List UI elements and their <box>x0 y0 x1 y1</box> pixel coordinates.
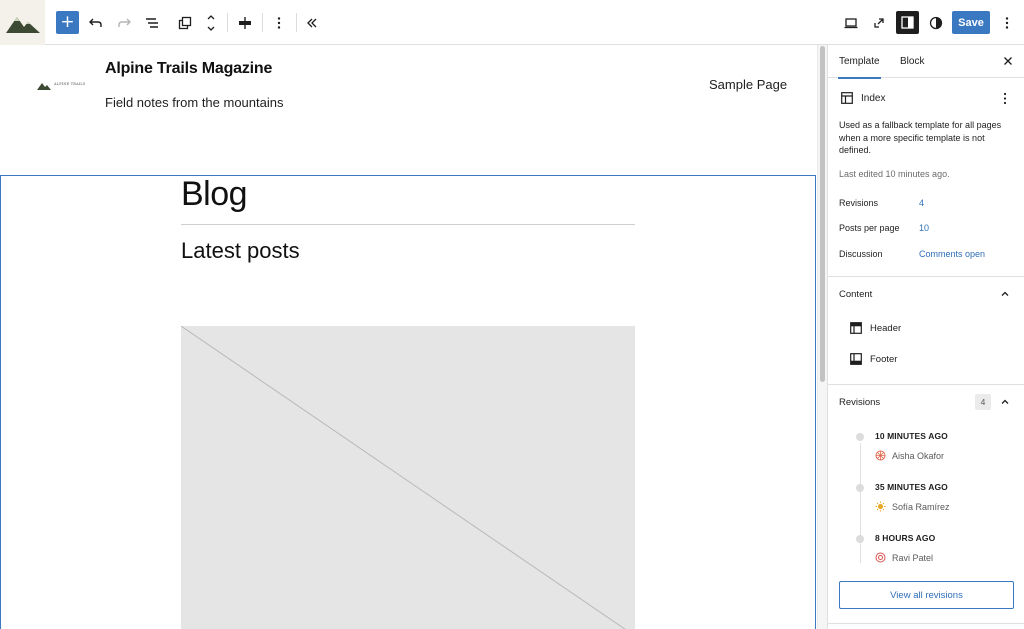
add-block-button[interactable]: + <box>56 11 79 34</box>
site-title[interactable]: Alpine Trails Magazine <box>105 60 272 78</box>
sidebar-tabs: Template Block <box>828 45 1024 79</box>
nav-link-sample-page[interactable]: Sample Page <box>709 77 787 92</box>
more-vertical-icon <box>1005 17 1009 29</box>
logo-text: ALPINE TRAILS <box>54 82 86 87</box>
section-divider <box>828 623 1024 624</box>
redo-icon <box>118 18 131 27</box>
revision-author: Ravi Patel <box>892 553 934 563</box>
featured-image-placeholder[interactable] <box>180 325 635 629</box>
undo-icon <box>89 18 102 27</box>
site-icon-button[interactable] <box>0 0 45 45</box>
align-button[interactable] <box>233 11 257 35</box>
external-expand-icon <box>874 18 884 28</box>
fullscreen-button[interactable] <box>867 11 891 35</box>
move-up-down-button[interactable] <box>199 11 223 35</box>
align-center-icon <box>239 17 251 29</box>
close-icon[interactable] <box>1002 55 1014 67</box>
desktop-icon <box>844 18 858 29</box>
contrast-icon <box>929 16 943 30</box>
chevron-up-icon[interactable] <box>1000 289 1010 299</box>
posts-per-page-link[interactable]: 10 <box>919 223 929 233</box>
revisions-link[interactable]: 4 <box>919 198 924 208</box>
template-name: Index <box>861 93 886 104</box>
section-divider <box>828 384 1024 385</box>
chevron-up-down-icon <box>207 15 215 31</box>
content-item-footer[interactable]: Footer <box>870 354 897 365</box>
save-button[interactable]: Save <box>952 11 990 34</box>
toolbar-divider <box>262 13 263 32</box>
tab-template[interactable]: Template <box>838 56 881 79</box>
options-button[interactable] <box>995 11 1019 35</box>
sidebar-icon <box>901 16 914 29</box>
mountain-logo-icon <box>5 16 40 33</box>
list-view-icon <box>146 18 158 28</box>
revision-author: Aisha Okafor <box>892 451 945 461</box>
mountain-logo-icon <box>37 82 51 90</box>
section-divider <box>828 276 1024 277</box>
discussion-label: Discussion <box>839 249 883 259</box>
revision-author: Sofía Ramírez <box>892 502 950 512</box>
canvas-scrollbar[interactable] <box>817 45 827 629</box>
settings-sidebar: Template Block Index Used as a fallback … <box>827 45 1024 629</box>
avatar-icon <box>875 552 886 563</box>
chevron-up-icon[interactable] <box>1000 397 1010 407</box>
revisions-count-badge: 4 <box>975 394 991 410</box>
editor-toolbar: + Save <box>0 0 1024 45</box>
site-logo[interactable]: ALPINE TRAILS <box>37 78 87 92</box>
revisions-section-heading[interactable]: Revisions <box>839 397 880 408</box>
blog-heading[interactable]: Blog <box>181 175 248 214</box>
revision-dot <box>856 433 864 441</box>
toolbar-divider <box>227 13 228 32</box>
content-section-heading[interactable]: Content <box>839 289 872 300</box>
avatar-icon <box>875 450 886 461</box>
redo-button[interactable] <box>112 11 136 35</box>
toolbar-divider <box>296 13 297 32</box>
styles-button[interactable] <box>924 11 948 35</box>
undo-button[interactable] <box>84 11 108 35</box>
duplicate-icon <box>178 16 192 30</box>
block-transform-button[interactable] <box>173 11 197 35</box>
revision-time[interactable]: 35 MINUTES AGO <box>875 482 948 492</box>
plus-icon: + <box>60 12 75 32</box>
separator[interactable] <box>181 224 635 225</box>
scrollbar-thumb[interactable] <box>820 46 825 382</box>
more-vertical-icon[interactable] <box>1003 92 1007 105</box>
site-tagline[interactable]: Field notes from the mountains <box>105 95 283 110</box>
content-item-header[interactable]: Header <box>870 323 901 334</box>
revision-timeline <box>860 443 861 563</box>
placeholder-diagonal <box>180 325 626 629</box>
revision-dot <box>856 484 864 492</box>
list-view-button[interactable] <box>140 11 164 35</box>
revision-time[interactable]: 8 HOURS AGO <box>875 533 935 543</box>
collapse-toolbar-button[interactable] <box>300 11 324 35</box>
template-description: Used as a fallback template for all page… <box>839 120 1002 155</box>
preview-device-button[interactable] <box>839 11 863 35</box>
tab-block[interactable]: Block <box>900 56 924 67</box>
avatar-icon <box>875 501 886 512</box>
footer-icon <box>850 353 862 365</box>
revision-time[interactable]: 10 MINUTES AGO <box>875 431 948 441</box>
revisions-label: Revisions <box>839 198 879 208</box>
chevron-double-left-icon <box>307 18 317 28</box>
discussion-link[interactable]: Comments open <box>919 249 985 259</box>
block-options-button[interactable] <box>267 11 291 35</box>
more-vertical-icon <box>277 17 281 29</box>
layout-icon <box>841 92 853 104</box>
settings-sidebar-toggle[interactable] <box>896 11 919 34</box>
header-icon <box>850 322 862 334</box>
revision-dot <box>856 535 864 543</box>
editor-canvas[interactable]: ALPINE TRAILS Alpine Trails Magazine Fie… <box>0 45 817 629</box>
latest-posts-heading[interactable]: Latest posts <box>181 238 300 264</box>
posts-per-page-label: Posts per page <box>839 223 900 233</box>
view-all-revisions-button[interactable]: View all revisions <box>839 581 1014 609</box>
last-edited-text: Last edited 10 minutes ago. <box>839 169 950 179</box>
